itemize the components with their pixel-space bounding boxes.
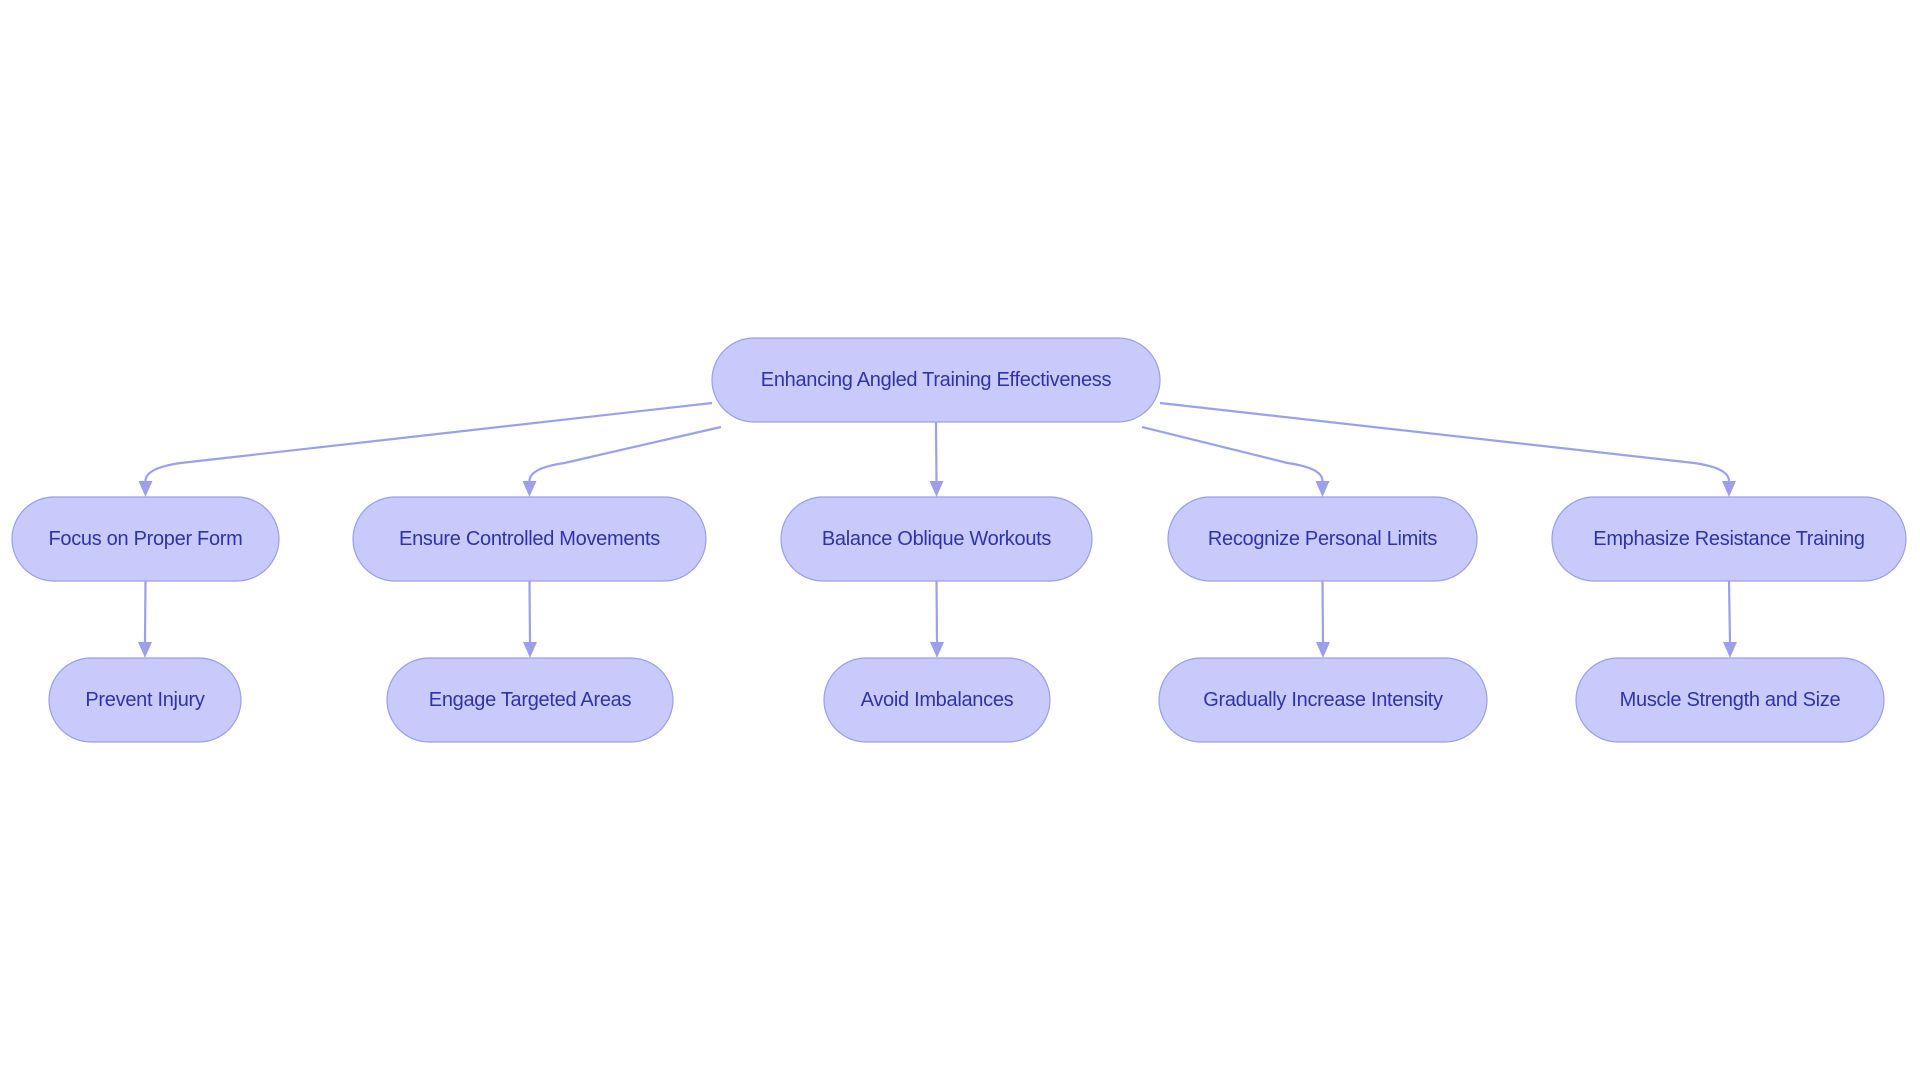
arrowhead-b4 xyxy=(1315,481,1330,497)
arrowhead-b2 xyxy=(522,481,537,497)
arrowhead-c4 xyxy=(1316,642,1330,658)
leaf-node-muscle-strength-and-size[interactable]: Muscle Strength and Size xyxy=(1575,657,1885,743)
leaf-node-label: Muscle Strength and Size xyxy=(1620,689,1841,711)
edge-root-to-b5 xyxy=(1159,401,1731,482)
edge-root-to-b1 xyxy=(144,401,713,482)
branch-node-balance-oblique-workouts[interactable]: Balance Oblique Workouts xyxy=(780,496,1093,582)
leaf-node-label: Prevent Injury xyxy=(85,689,204,711)
arrowhead-c3 xyxy=(930,642,944,658)
branch-node-label: Balance Oblique Workouts xyxy=(822,528,1052,550)
edge-b4-to-c4 xyxy=(1321,580,1325,643)
arrowhead-b3 xyxy=(929,481,944,497)
arrowhead-c5 xyxy=(1723,642,1737,658)
leaf-node-label: Gradually Increase Intensity xyxy=(1203,689,1443,711)
branch-node-label: Recognize Personal Limits xyxy=(1208,528,1438,550)
branch-node-label: Ensure Controlled Movements xyxy=(399,528,660,550)
arrowhead-b1 xyxy=(138,481,153,497)
edge-root-to-b2 xyxy=(528,425,722,482)
flowchart-diagram: Enhancing Angled Training Effectiveness … xyxy=(11,337,1907,743)
branch-node-label: Focus on Proper Form xyxy=(48,528,242,550)
branch-node-focus-on-proper-form[interactable]: Focus on Proper Form xyxy=(11,496,280,582)
leaf-node-label: Engage Targeted Areas xyxy=(429,689,632,711)
root-node-label: Enhancing Angled Training Effectiveness xyxy=(761,369,1112,391)
edge-root-to-b4 xyxy=(1141,425,1324,482)
root-node[interactable]: Enhancing Angled Training Effectiveness xyxy=(711,337,1161,423)
arrowhead-c2 xyxy=(523,642,537,658)
branch-node-label: Emphasize Resistance Training xyxy=(1593,528,1864,550)
leaf-node-engage-targeted-areas[interactable]: Engage Targeted Areas xyxy=(386,657,674,743)
edge-b3-to-c3 xyxy=(935,580,939,643)
arrowhead-b5 xyxy=(1722,481,1736,497)
leaf-node-gradually-increase-intensity[interactable]: Gradually Increase Intensity xyxy=(1158,657,1488,743)
edge-b2-to-c2 xyxy=(528,580,532,643)
branch-node-recognize-personal-limits[interactable]: Recognize Personal Limits xyxy=(1167,496,1478,582)
edge-root-to-b3 xyxy=(934,421,938,482)
arrowhead-c1 xyxy=(138,642,152,658)
branch-node-emphasize-resistance-training[interactable]: Emphasize Resistance Training xyxy=(1551,496,1907,582)
leaf-node-label: Avoid Imbalances xyxy=(861,689,1014,711)
branch-node-ensure-controlled-movements[interactable]: Ensure Controlled Movements xyxy=(352,496,707,582)
edge-b1-to-c1 xyxy=(143,580,147,643)
leaf-node-prevent-injury[interactable]: Prevent Injury xyxy=(48,657,242,743)
leaf-node-avoid-imbalances[interactable]: Avoid Imbalances xyxy=(823,657,1051,743)
nodes-layer: Enhancing Angled Training Effectiveness … xyxy=(11,337,1907,743)
edge-b5-to-c5 xyxy=(1727,580,1732,643)
